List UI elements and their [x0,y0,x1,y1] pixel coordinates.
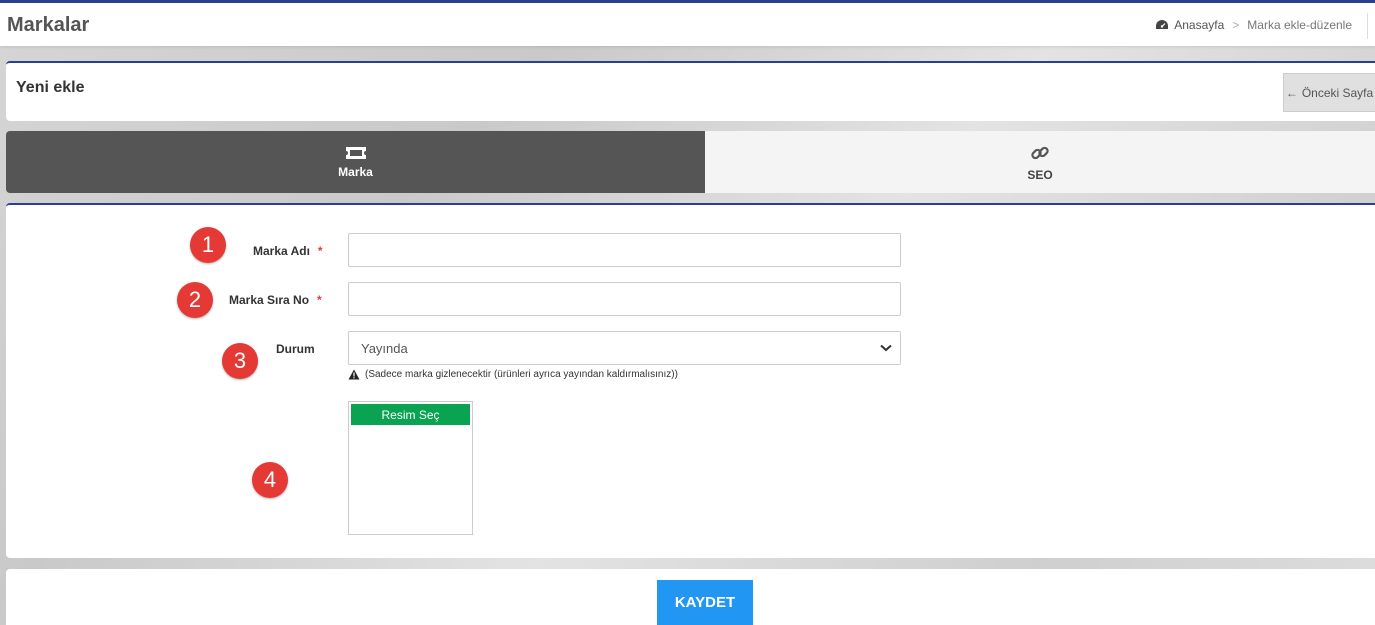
dashboard-icon [1156,20,1169,29]
tab-seo-label: SEO [1027,167,1053,182]
chevron-down-icon [880,344,892,352]
brand-name-label: Marka Adı * [253,244,323,258]
breadcrumb-current: Marka ekle-düzenle [1247,18,1352,32]
select-image-button[interactable]: Resim Seç [351,404,470,425]
order-no-label: Marka Sıra No * [229,293,322,307]
image-upload-box: Resim Seç [348,401,473,535]
brand-name-label-text: Marka Adı [253,244,310,258]
top-bar: Markalar Anasayfa > Marka ekle-düzenle [0,0,1375,46]
arrow-left-icon: ← [1285,85,1298,100]
required-marker: * [317,244,323,258]
breadcrumb-home-label: Anasayfa [1174,18,1225,32]
step-badge-1: 1 [190,227,226,263]
previous-page-button[interactable]: ← Önceki Sayfa [1283,73,1375,112]
page-title: Markalar [7,14,90,36]
previous-page-label: Önceki Sayfa [1301,85,1374,100]
link-icon [1031,146,1049,159]
ticket-icon [345,146,366,159]
save-button[interactable]: KAYDET [657,580,753,625]
breadcrumb-separator: > [1232,18,1240,32]
status-select[interactable]: Yayında [348,331,901,365]
tab-seo[interactable]: SEO [705,131,1375,193]
card-title: Yeni ekle [16,79,85,96]
breadcrumb-home-link[interactable]: Anasayfa [1155,18,1224,32]
step-badge-2: 2 [177,282,213,318]
brand-form: 1 Marka Adı * 2 Marka Sıra No * 3 Durum Ya… [6,203,1375,558]
status-hint-text: (Sadece marka gizlenecektir (ürünleri ay… [365,369,678,380]
status-selected-value: Yayında [361,340,408,356]
order-no-label-text: Marka Sıra No [229,293,310,307]
required-marker: * [317,293,322,307]
tab-marka[interactable]: Marka [6,131,705,193]
new-item-card-header: Yeni ekle ← Önceki Sayfa [6,61,1375,121]
order-no-input[interactable] [348,282,901,316]
status-hint: (Sadece marka gizlenecektir (ürünleri ay… [348,369,678,380]
breadcrumb: Anasayfa > Marka ekle-düzenle [1155,18,1352,32]
breadcrumb-divider [1367,13,1368,39]
form-footer: KAYDET [6,569,1375,625]
warning-icon [348,369,360,380]
form-tabs: Marka SEO [6,131,1375,193]
brand-name-input[interactable] [348,233,901,267]
status-label: Durum [276,342,315,356]
step-badge-3: 3 [222,343,258,379]
tab-marka-label: Marka [338,164,373,179]
step-badge-4: 4 [252,462,288,498]
